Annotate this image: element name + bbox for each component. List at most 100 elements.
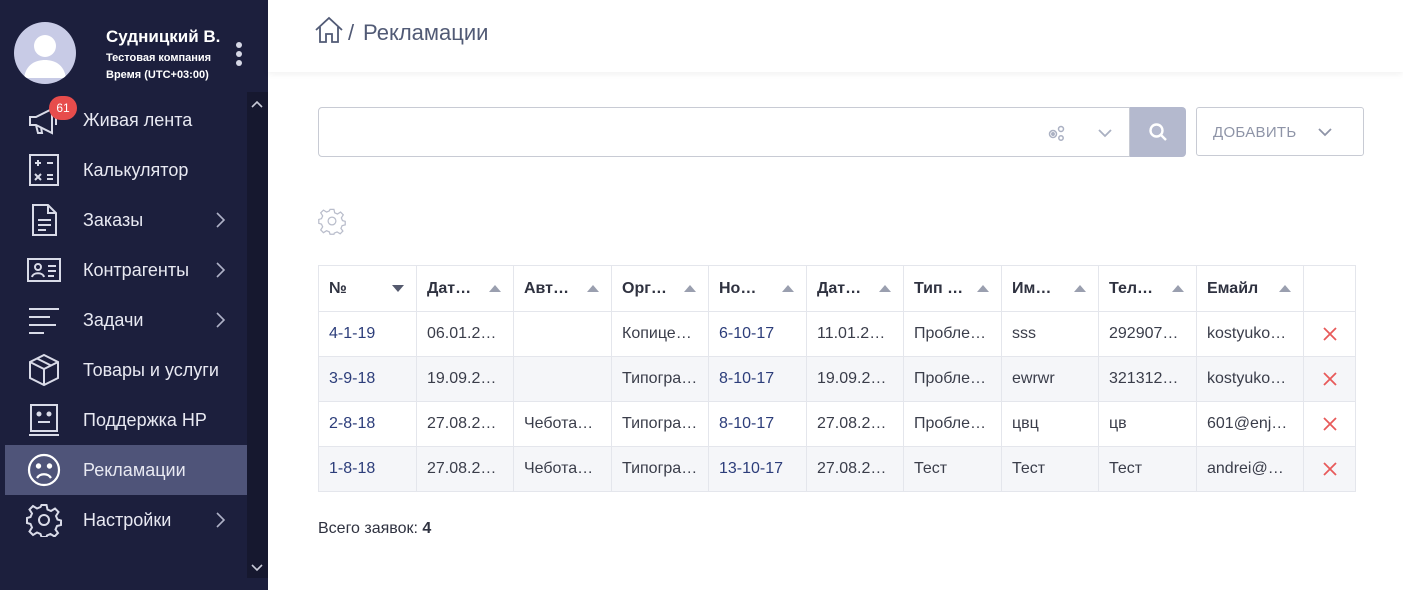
sort-asc-icon[interactable]	[977, 285, 989, 292]
table-row[interactable]: 1-8-18 27.08.20… Чеботар… Типогра… 13-10…	[318, 446, 1356, 492]
sort-desc-icon[interactable]	[392, 285, 404, 292]
column-header-number[interactable]: №	[318, 265, 417, 312]
search-icon	[1149, 123, 1167, 141]
home-icon[interactable]	[314, 16, 344, 44]
order-number-link[interactable]: 13-10-17	[719, 460, 783, 477]
table-row[interactable]: 4-1-19 06.01.20… Копице… 6-10-17 11.01.2…	[318, 311, 1356, 357]
notification-badge: 61	[49, 96, 77, 120]
table-settings-gear-icon[interactable]	[318, 207, 346, 235]
sort-asc-icon[interactable]	[489, 285, 501, 292]
sidebar-item-live-feed[interactable]: 61 Живая лента	[5, 95, 247, 145]
sort-asc-icon[interactable]	[1074, 285, 1086, 292]
sidebar-item-contractors[interactable]: Контрагенты	[5, 245, 247, 295]
table-cell: 601@enjo…	[1196, 401, 1304, 447]
calculator-icon	[25, 153, 63, 187]
delete-icon[interactable]	[1322, 416, 1338, 432]
sidebar-item-tasks[interactable]: Задачи	[5, 295, 247, 345]
sidebar-item-goods-services[interactable]: Товары и услуги	[5, 345, 247, 395]
table-cell: Тест	[903, 446, 1002, 492]
table-cell: цв	[1098, 401, 1197, 447]
sort-asc-icon[interactable]	[1279, 285, 1291, 292]
table-cell: 27.08.20…	[416, 401, 514, 447]
table-cell: 2929072…	[1098, 311, 1197, 357]
delete-icon[interactable]	[1322, 326, 1338, 342]
complaints-table: № Дат… Авт… Орг… Но… Дат… Тип … Им… Тел……	[318, 265, 1356, 492]
avatar[interactable]	[14, 22, 76, 84]
column-header-phone[interactable]: Тел…	[1098, 265, 1197, 312]
sidebar-menu: 61 Живая лента Калькулятор Заказы Контра…	[5, 95, 247, 545]
filter-settings-icon[interactable]	[1045, 123, 1067, 143]
total-value: 4	[422, 520, 432, 537]
table-cell: kostyukov…	[1196, 356, 1304, 402]
table-cell: 3213123…	[1098, 356, 1197, 402]
search-button[interactable]	[1130, 107, 1186, 157]
table-cell: andrei@m…	[1196, 446, 1304, 492]
table-header-row: № Дат… Авт… Орг… Но… Дат… Тип … Им… Тел……	[318, 265, 1356, 312]
column-header-organization[interactable]: Орг…	[611, 265, 709, 312]
add-button[interactable]: ДОБАВИТЬ	[1196, 107, 1364, 156]
order-number-link[interactable]: 6-10-17	[719, 325, 774, 342]
order-number-link[interactable]: 8-10-17	[719, 370, 774, 387]
sort-asc-icon[interactable]	[587, 285, 599, 292]
task-lines-icon	[25, 303, 63, 337]
table-cell: 06.01.20…	[416, 311, 514, 357]
delete-icon[interactable]	[1322, 371, 1338, 387]
table-cell: цвц	[1001, 401, 1099, 447]
order-number-link[interactable]: 8-10-17	[719, 415, 774, 432]
user-timezone: Время (UTC+03:00)	[106, 69, 209, 81]
sort-asc-icon[interactable]	[782, 285, 794, 292]
table-cell: Тест	[1098, 446, 1197, 492]
column-header-email[interactable]: Емайл	[1196, 265, 1304, 312]
column-header-date[interactable]: Дат…	[416, 265, 514, 312]
sidebar-item-orders[interactable]: Заказы	[5, 195, 247, 245]
sidebar-item-complaints[interactable]: Рекламации	[5, 445, 247, 495]
sidebar-scrollbar[interactable]	[247, 92, 268, 578]
column-header-actions	[1303, 265, 1356, 312]
column-header-author[interactable]: Авт…	[513, 265, 612, 312]
sidebar-item-label: Товары и услуги	[83, 360, 219, 380]
table-cell: ewrwr	[1001, 356, 1099, 402]
sidebar-item-support-hp[interactable]: Поддержка HP	[5, 395, 247, 445]
table-cell: Типогра…	[611, 446, 709, 492]
column-header-name[interactable]: Им…	[1001, 265, 1099, 312]
column-header-order-number[interactable]: Но…	[708, 265, 807, 312]
table-cell: Тест	[1001, 446, 1099, 492]
table-cell: Пробле…	[903, 401, 1002, 447]
sidebar-item-label: Живая лента	[83, 110, 193, 130]
chevron-down-icon[interactable]	[1097, 125, 1113, 141]
delete-icon[interactable]	[1322, 461, 1338, 477]
complaint-number-link[interactable]: 4-1-19	[329, 325, 375, 342]
chevron-down-icon	[1318, 128, 1332, 137]
table-cell: 19.09.20…	[416, 356, 514, 402]
kebab-menu-icon[interactable]	[232, 42, 246, 68]
sidebar-item-label: Заказы	[83, 210, 144, 230]
total-count: Всего заявок: 4	[318, 520, 431, 538]
table-cell: 27.08.20…	[806, 401, 904, 447]
scroll-down-icon[interactable]	[250, 562, 264, 574]
sidebar-item-calculator[interactable]: Калькулятор	[5, 145, 247, 195]
table-cell: Чеботар…	[513, 446, 612, 492]
table-cell: Копице…	[611, 311, 709, 357]
sort-asc-icon[interactable]	[879, 285, 891, 292]
sidebar-item-label: Настройки	[83, 510, 172, 530]
search-box	[318, 107, 1130, 157]
table-cell: Типогра…	[611, 401, 709, 447]
page-title: Рекламации	[363, 20, 489, 45]
sidebar: Судницкий В. Тестовая компания Время (UT…	[0, 0, 268, 590]
table-cell: 27.08.20…	[416, 446, 514, 492]
complaint-number-link[interactable]: 1-8-18	[329, 460, 375, 477]
table-cell: Пробле…	[903, 311, 1002, 357]
column-header-type[interactable]: Тип …	[903, 265, 1002, 312]
table-row[interactable]: 3-9-18 19.09.20… Типогра… 8-10-17 19.09.…	[318, 356, 1356, 402]
search-input[interactable]	[327, 116, 1027, 148]
sidebar-item-settings[interactable]: Настройки	[5, 495, 247, 545]
complaint-number-link[interactable]: 3-9-18	[329, 370, 375, 387]
column-header-order-date[interactable]: Дат…	[806, 265, 904, 312]
user-profile: Судницкий В. Тестовая компания Время (UT…	[0, 0, 268, 92]
sort-asc-icon[interactable]	[684, 285, 696, 292]
sidebar-item-label: Задачи	[83, 310, 144, 330]
complaint-number-link[interactable]: 2-8-18	[329, 415, 375, 432]
scroll-up-icon[interactable]	[250, 98, 264, 110]
sort-asc-icon[interactable]	[1172, 285, 1184, 292]
table-row[interactable]: 2-8-18 27.08.20… Чеботар… Типогра… 8-10-…	[318, 401, 1356, 447]
